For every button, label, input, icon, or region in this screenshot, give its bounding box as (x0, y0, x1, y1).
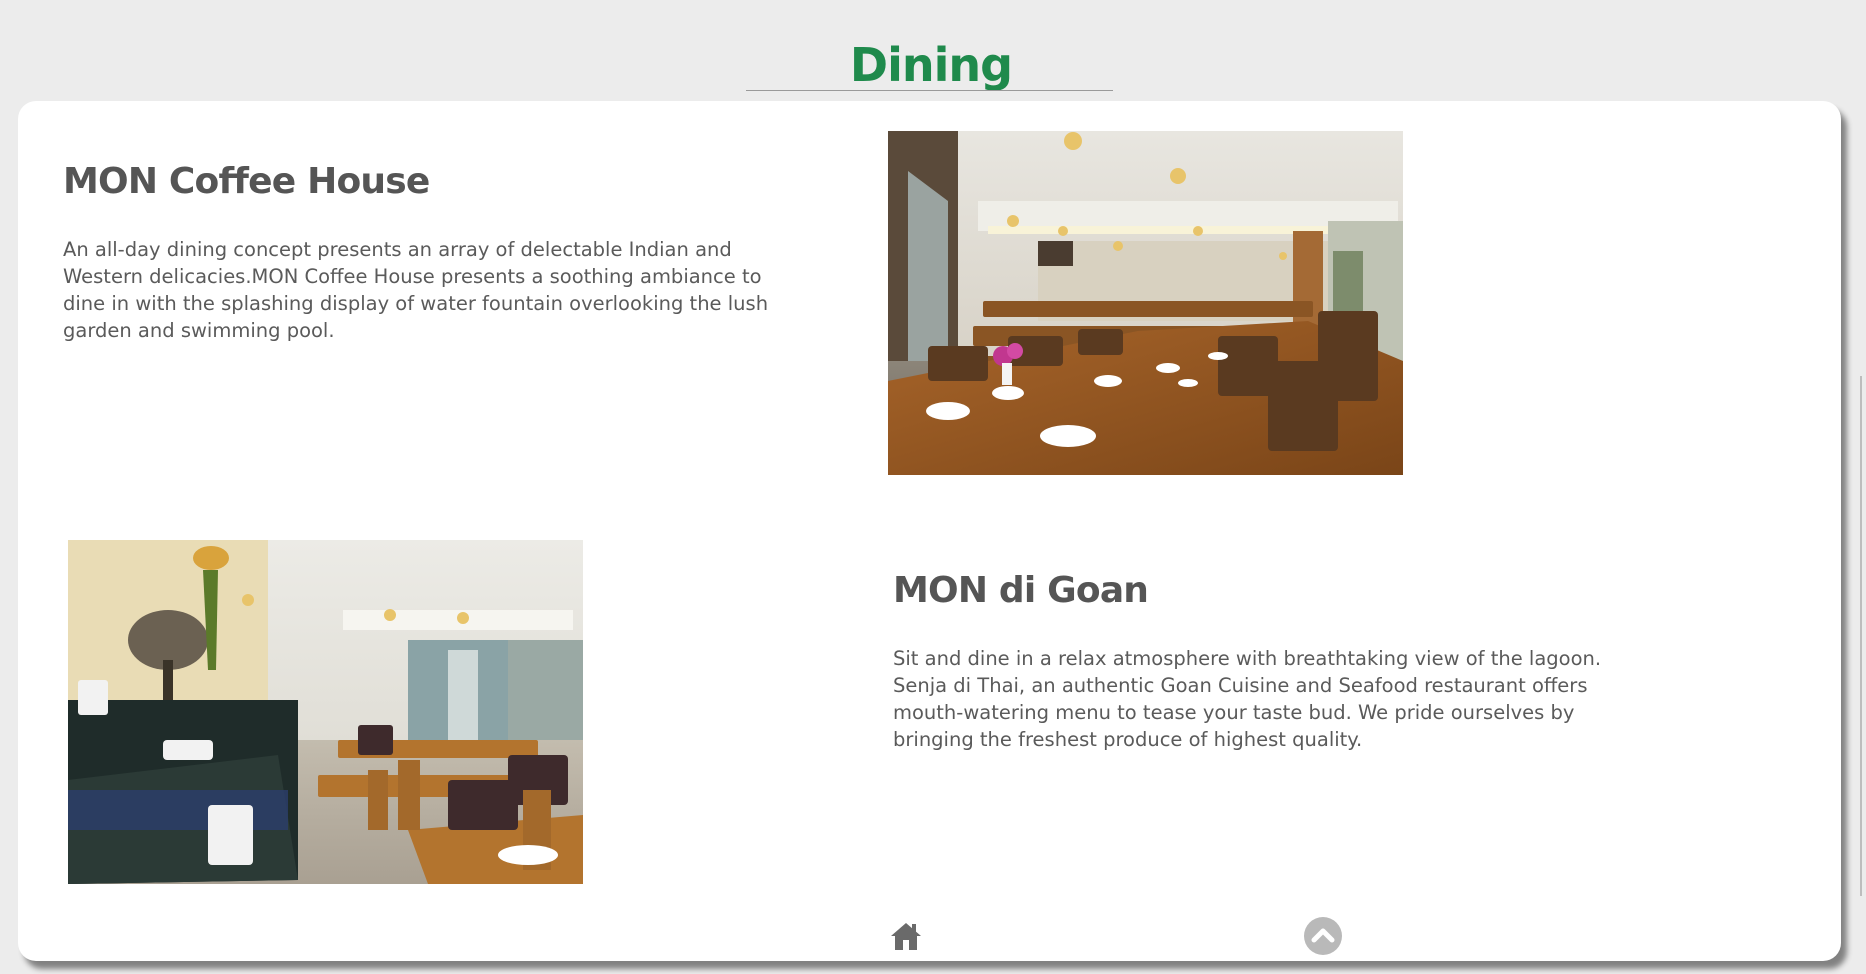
home-icon[interactable] (890, 920, 922, 952)
section-description-di-goan: Sit and dine in a relax atmosphere with … (893, 647, 1602, 751)
section-description-coffee-house: An all-day dining concept presents an ar… (63, 238, 769, 342)
page-title: Dining (849, 37, 1013, 92)
title-divider (746, 90, 1113, 91)
buffet-counter-dining-photo (68, 540, 583, 884)
chevron-up-icon[interactable] (1304, 917, 1342, 955)
section-heading-coffee-house: MON Coffee House (63, 161, 430, 202)
page: Dining MON Coffee House An all-day dinin… (0, 0, 1866, 974)
section-heading-di-goan: MON di Goan (893, 570, 1149, 611)
dining-card: MON Coffee House An all-day dining conce… (18, 101, 1841, 961)
scrollbar[interactable] (1860, 376, 1862, 896)
restaurant-dining-hall-photo (888, 131, 1403, 475)
